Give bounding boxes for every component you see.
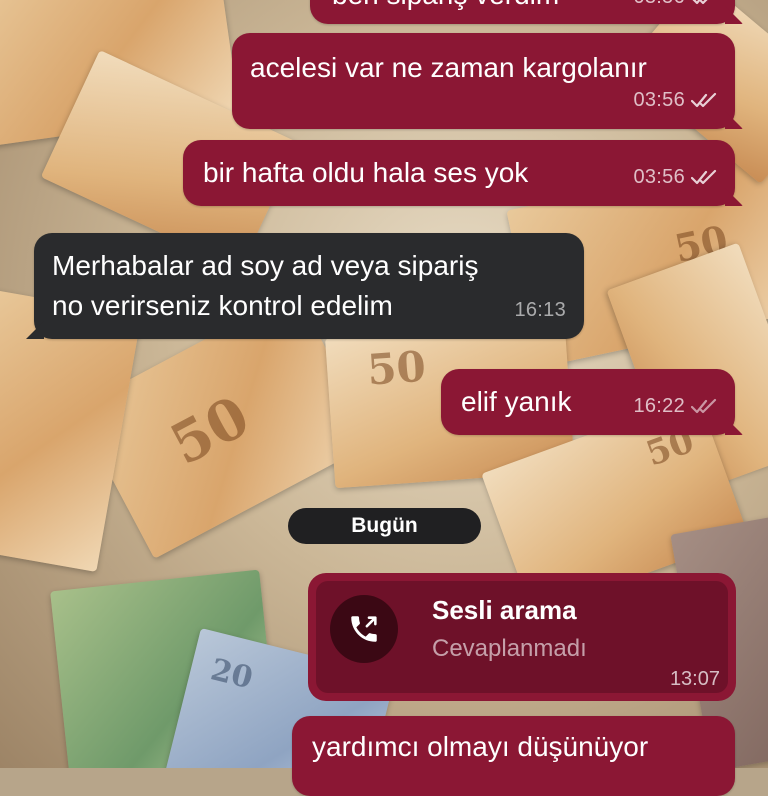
message-bubble-outgoing[interactable]: bir hafta oldu hala ses yok 03:56 bbox=[183, 140, 735, 206]
message-bubble-outgoing[interactable]: yardımcı olmayı düşünüyor bbox=[292, 716, 735, 796]
date-separator: Bugün bbox=[288, 508, 481, 544]
message-bubble-outgoing[interactable]: ben sipariş verdim 03:56 bbox=[310, 0, 735, 24]
message-time: 03:56 bbox=[633, 0, 685, 16]
double-check-icon bbox=[691, 92, 717, 108]
message-bubble-outgoing[interactable]: acelesi var ne zaman kargolanır 03:56 bbox=[232, 33, 735, 129]
message-meta: 03:56 bbox=[633, 0, 717, 16]
call-time: 13:07 bbox=[669, 668, 720, 690]
message-meta: 03:56 bbox=[633, 158, 717, 196]
message-bubble-outgoing[interactable]: elif yanık 16:22 bbox=[441, 369, 735, 435]
message-meta: 16:22 bbox=[633, 387, 717, 425]
call-title: Sesli arama bbox=[432, 595, 577, 625]
voice-call-message[interactable]: Sesli arama Cevaplanmadı 13:07 bbox=[308, 573, 736, 701]
outgoing-call-icon bbox=[351, 616, 377, 642]
call-status: Cevaplanmadı bbox=[432, 635, 587, 662]
message-text-line: Merhabalar ad soy ad veya sipariş bbox=[52, 250, 479, 281]
double-check-icon bbox=[691, 169, 717, 185]
double-check-icon bbox=[692, 0, 708, 5]
chat-history[interactable]: ben sipariş verdim 03:56 acelesi var ne … bbox=[0, 0, 768, 796]
call-icon-button[interactable] bbox=[330, 595, 398, 663]
message-meta: 03:56 bbox=[633, 81, 717, 119]
double-check-icon bbox=[691, 398, 717, 414]
message-time: 03:56 bbox=[633, 89, 685, 111]
message-bubble-incoming[interactable]: Merhabalar ad soy ad veya sipariş no ver… bbox=[34, 233, 584, 339]
message-time: 16:13 bbox=[514, 299, 566, 321]
message-text-line: no verirseniz kontrol edelim bbox=[52, 290, 393, 321]
message-text: yardımcı olmayı düşünüyor bbox=[312, 731, 649, 762]
message-meta: 16:13 bbox=[514, 291, 566, 329]
message-time: 16:22 bbox=[633, 395, 685, 417]
message-time: 03:56 bbox=[633, 166, 685, 188]
